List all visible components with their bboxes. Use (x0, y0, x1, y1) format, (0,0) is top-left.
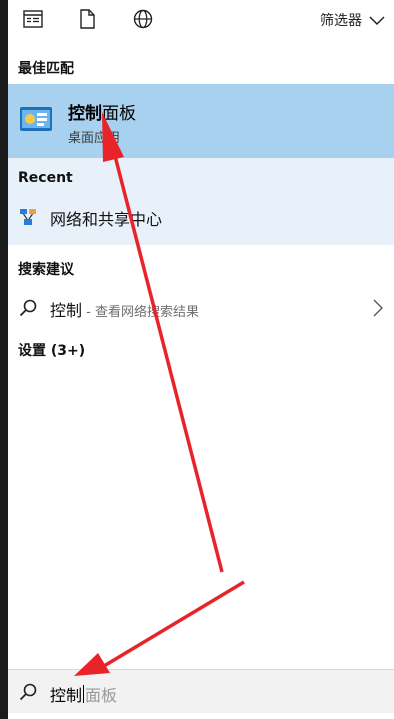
recent-item-network-center[interactable]: 网络和共享中心 (8, 202, 394, 240)
search-toolbar: 筛选器 (8, 0, 394, 40)
search-autocomplete: 面板 (85, 686, 118, 705)
search-input[interactable]: 控制 面板 (50, 682, 117, 706)
chevron-right-icon[interactable] (372, 298, 384, 318)
search-icon (19, 683, 37, 701)
text-caret (83, 685, 85, 703)
search-suggestion-row[interactable]: 控制 - 查看网络搜索结果 (8, 290, 394, 328)
suggestion-text: 控制 - 查看网络搜索结果 (50, 301, 199, 320)
network-icon (20, 209, 36, 225)
best-match-header: 最佳匹配 (18, 61, 74, 77)
best-match-item[interactable]: 控制面板 桌面应用 (8, 84, 394, 158)
best-match-subtitle: 桌面应用 (68, 131, 121, 146)
control-panel-icon (20, 107, 52, 131)
filter-dropdown[interactable]: 筛选器 (320, 9, 386, 31)
settings-header[interactable]: 设置 (3+) (18, 340, 85, 360)
search-typed-text: 控制 (50, 686, 83, 705)
best-match-title: 控制面板 (68, 104, 136, 124)
recent-header: Recent (18, 170, 73, 186)
document-icon[interactable] (76, 8, 98, 30)
list-icon[interactable] (22, 8, 44, 30)
globe-icon[interactable] (132, 8, 154, 30)
filter-label: 筛选器 (320, 13, 362, 29)
suggestions-header: 搜索建议 (18, 262, 74, 278)
panel-left-edge (0, 0, 8, 719)
start-search-panel: 筛选器 最佳匹配 控制面板 桌面应用 Recent 网络和共享中心 搜索建议 控… (0, 0, 394, 719)
recent-item-label: 网络和共享中心 (50, 210, 163, 229)
recent-section: Recent 网络和共享中心 (8, 158, 394, 245)
search-box[interactable]: 控制 面板 (8, 669, 394, 713)
search-icon (19, 299, 37, 317)
chevron-down-icon (369, 16, 385, 26)
